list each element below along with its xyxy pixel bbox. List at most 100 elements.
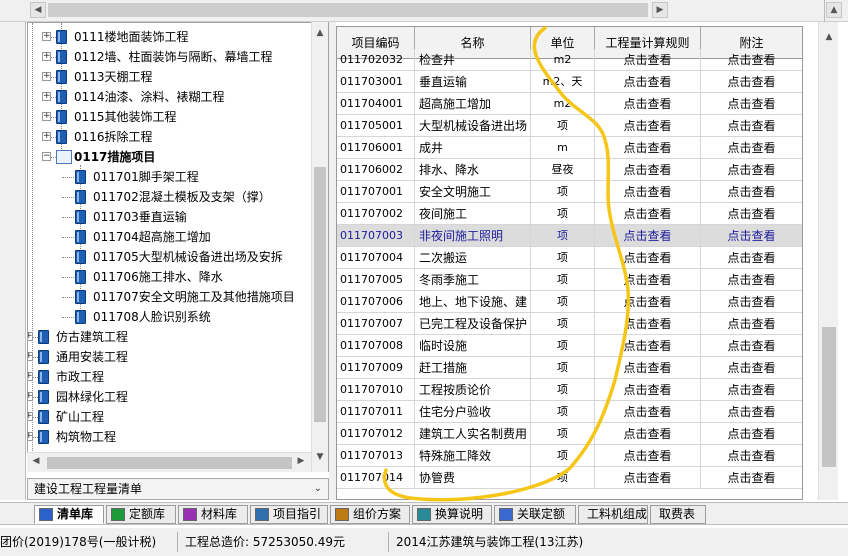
cell-note[interactable]: 点击查看 <box>701 291 802 313</box>
cell-note[interactable]: 点击查看 <box>701 313 802 335</box>
cell-note[interactable]: 点击查看 <box>701 357 802 379</box>
library-select[interactable]: 建设工程工程量清单 ⌄ <box>27 478 329 500</box>
cell-note[interactable]: 点击查看 <box>701 247 802 269</box>
cell-rule[interactable]: 点击查看 <box>595 313 701 335</box>
scroll-left-arrow-icon[interactable]: ◀ <box>30 2 46 18</box>
tree-scroll-down-icon[interactable]: ▼ <box>314 450 326 464</box>
tree-item[interactable]: +0114油漆、涂料、裱糊工程 <box>28 87 328 107</box>
cell-rule[interactable]: 点击查看 <box>595 203 701 225</box>
cell-note[interactable]: 点击查看 <box>701 203 802 225</box>
expand-plus-icon[interactable]: + <box>42 52 51 61</box>
tree-item[interactable]: +通用安装工程 <box>28 347 328 367</box>
cell-rule[interactable]: 点击查看 <box>595 247 701 269</box>
tree-horizontal-scrollbar[interactable]: ◀ ▶ <box>27 452 311 472</box>
category-tree[interactable]: +0111楼地面装饰工程 +0112墙、柱面装饰与隔断、幕墙工程 +0113天棚工程… <box>27 22 329 472</box>
cell-note[interactable]: 点击查看 <box>701 181 802 203</box>
tree-item[interactable]: +园林绿化工程 <box>28 387 328 407</box>
tree-item[interactable]: +0116拆除工程 <box>28 127 328 147</box>
table-row[interactable]: 011704001 超高施工增加 m2 点击查看 点击查看 <box>337 93 802 115</box>
cell-note[interactable]: 点击查看 <box>701 159 802 181</box>
cell-rule[interactable]: 点击查看 <box>595 181 701 203</box>
cell-note[interactable]: 点击查看 <box>701 379 802 401</box>
tree-item[interactable]: +0112墙、柱面装饰与隔断、幕墙工程 <box>28 47 328 67</box>
table-row[interactable]: 011707002 夜间施工项点击查看 点击查看 <box>337 203 802 225</box>
cell-rule[interactable]: 点击查看 <box>595 467 701 489</box>
tree-item[interactable]: +矿山工程 <box>28 407 328 427</box>
cell-note[interactable]: 点击查看 <box>701 467 802 489</box>
table-row[interactable]: 011707014 协管费项点击查看 点击查看 <box>337 467 802 489</box>
expand-plus-icon[interactable]: + <box>42 112 51 121</box>
tab-1[interactable]: 定额库 <box>106 505 176 524</box>
cell-rule[interactable]: 点击查看 <box>595 159 701 181</box>
tab-6[interactable]: 关联定额 <box>494 505 576 524</box>
tree-scroll-up-icon[interactable]: ▲ <box>314 26 326 40</box>
table-row[interactable]: 011707013 特殊施工降效项点击查看 点击查看 <box>337 445 802 467</box>
panel-splitter[interactable] <box>329 22 336 500</box>
chevron-down-icon[interactable]: ⌄ <box>314 479 322 499</box>
table-row[interactable]: 011707007 已完工程及设备保护项点击查看 点击查看 <box>337 313 802 335</box>
tree-item[interactable]: +构筑物工程 <box>28 427 328 447</box>
tree-item[interactable]: 011704超高施工增加 <box>28 227 328 247</box>
table-row[interactable]: 011707005 冬雨季施工项点击查看 点击查看 <box>337 269 802 291</box>
cell-rule[interactable]: 点击查看 <box>595 49 701 71</box>
tab-5[interactable]: 换算说明 <box>412 505 492 524</box>
table-row[interactable]: 011707009 赶工措施项点击查看 点击查看 <box>337 357 802 379</box>
cell-rule[interactable]: 点击查看 <box>595 225 701 247</box>
cell-note[interactable]: 点击查看 <box>701 93 802 115</box>
cell-rule[interactable]: 点击查看 <box>595 357 701 379</box>
cell-rule[interactable]: 点击查看 <box>595 93 701 115</box>
tree-item[interactable]: +市政工程 <box>28 367 328 387</box>
tab-3[interactable]: 项目指引 <box>250 505 328 524</box>
cell-rule[interactable]: 点击查看 <box>595 71 701 93</box>
table-row[interactable]: 011705001 大型机械设备进出场项点击查看 点击查看 <box>337 115 802 137</box>
table-row[interactable]: 011707008 临时设施项点击查看 点击查看 <box>337 335 802 357</box>
tree-item[interactable]: 011702混凝土模板及支架（撑） <box>28 187 328 207</box>
tree-hscroll-thumb[interactable] <box>47 457 292 469</box>
scroll-up-arrow-icon[interactable]: ▲ <box>826 2 842 18</box>
expand-plus-icon[interactable]: + <box>42 92 51 101</box>
table-row[interactable]: 011707006 地上、地下设施、建项点击查看 点击查看 <box>337 291 802 313</box>
tree-item[interactable]: +仿古建筑工程 <box>28 327 328 347</box>
table-row[interactable]: 011707011 住宅分户验收项点击查看 点击查看 <box>337 401 802 423</box>
table-row[interactable]: 011707010 工程按质论价项点击查看 点击查看 <box>337 379 802 401</box>
table-row[interactable]: 011707001 安全文明施工项点击查看 点击查看 <box>337 181 802 203</box>
table-row[interactable]: 011703001 垂直运输 m2、天 点击查看 点击查看 <box>337 71 802 93</box>
cell-rule[interactable]: 点击查看 <box>595 335 701 357</box>
tree-item[interactable]: 011708人脸识别系统 <box>28 307 328 327</box>
cell-rule[interactable]: 点击查看 <box>595 401 701 423</box>
cell-rule[interactable]: 点击查看 <box>595 423 701 445</box>
tree-scroll-thumb[interactable] <box>314 167 326 422</box>
table-row[interactable]: 011707012 建筑工人实名制费用项点击查看 点击查看 <box>337 423 802 445</box>
tab-0[interactable]: 清单库 <box>34 505 104 524</box>
table-row[interactable]: 011707004 二次搬运项点击查看 点击查看 <box>337 247 802 269</box>
cell-note[interactable]: 点击查看 <box>701 269 802 291</box>
table-row[interactable]: 011706001 成井 m 点击查看 点击查看 <box>337 137 802 159</box>
table-row[interactable]: 011702032 检查井 m2 点击查看 点击查看 <box>337 49 802 71</box>
table-row[interactable]: 011706002 排水、降水 昼夜 点击查看 点击查看 <box>337 159 802 181</box>
tree-item[interactable]: 011701脚手架工程 <box>28 167 328 187</box>
cell-note[interactable]: 点击查看 <box>701 225 802 247</box>
tab-7[interactable]: 工料机组成 <box>578 505 648 524</box>
cell-note[interactable]: 点击查看 <box>701 137 802 159</box>
tab-4[interactable]: 组价方案 <box>330 505 410 524</box>
top-horizontal-scrollbar[interactable]: ◀ ▶ ▲ <box>0 0 848 22</box>
cell-note[interactable]: 点击查看 <box>701 335 802 357</box>
tree-item[interactable]: +0113天棚工程 <box>28 67 328 87</box>
collapse-minus-icon[interactable]: − <box>42 152 51 161</box>
cell-rule[interactable]: 点击查看 <box>595 137 701 159</box>
tree-scroll-right-icon[interactable]: ▶ <box>295 456 307 470</box>
table-scroll-up-icon[interactable]: ▲ <box>823 30 835 44</box>
cell-note[interactable]: 点击查看 <box>701 423 802 445</box>
top-scroll-thumb[interactable] <box>48 3 648 17</box>
cell-rule[interactable]: 点击查看 <box>595 269 701 291</box>
cell-note[interactable]: 点击查看 <box>701 49 802 71</box>
cell-rule[interactable]: 点击查看 <box>595 291 701 313</box>
cell-note[interactable]: 点击查看 <box>701 401 802 423</box>
tree-item[interactable]: 011707安全文明施工及其他措施项目 <box>28 287 328 307</box>
expand-plus-icon[interactable]: + <box>42 72 51 81</box>
tab-2[interactable]: 材料库 <box>178 505 248 524</box>
cell-note[interactable]: 点击查看 <box>701 445 802 467</box>
tree-item[interactable]: − 0117措施项目 <box>28 147 328 167</box>
tree-item[interactable]: +0111楼地面装饰工程 <box>28 27 328 47</box>
tree-item[interactable]: 011703垂直运输 <box>28 207 328 227</box>
